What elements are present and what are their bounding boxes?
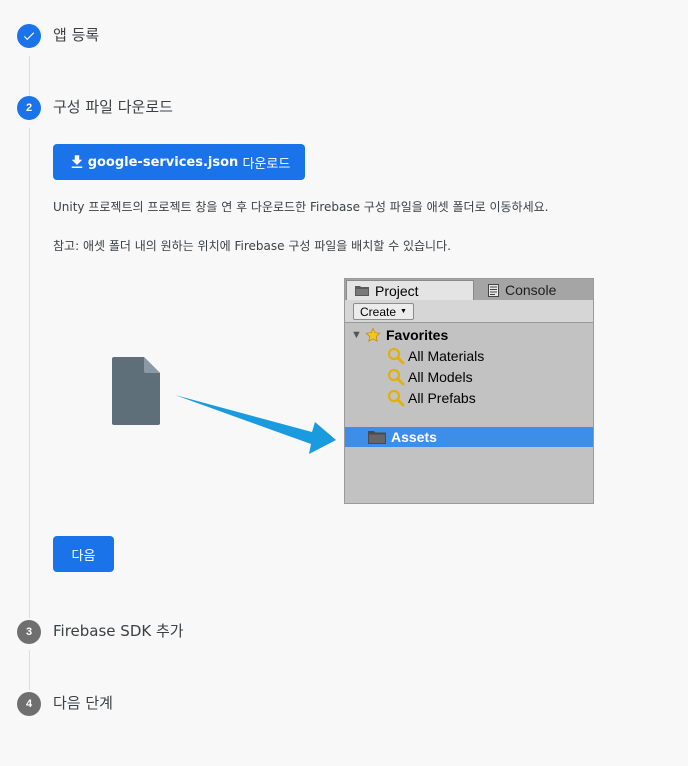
favorite-item[interactable]: All Prefabs — [345, 388, 593, 408]
download-icon — [71, 155, 82, 168]
unity-tab-bar: Project Console — [345, 279, 593, 300]
folder-icon — [355, 286, 369, 296]
step-2-number: 2 — [17, 96, 41, 120]
file-icon — [112, 357, 160, 425]
unity-toolbar: Create ▼ — [345, 300, 593, 323]
next-button[interactable]: 다음 — [53, 536, 114, 572]
favorites-row[interactable]: ▼ Favorites — [345, 325, 593, 345]
favorite-item-label: All Prefabs — [408, 390, 476, 406]
favorite-item[interactable]: All Materials — [345, 346, 593, 366]
arrow-icon — [175, 395, 336, 454]
tab-console-label: Console — [505, 282, 557, 298]
tab-project[interactable]: Project — [346, 280, 474, 300]
unity-project-window: Project Console Create ▼ ▼ Favorites All… — [344, 278, 594, 504]
star-icon — [365, 327, 381, 342]
search-icon — [387, 389, 405, 407]
console-icon — [488, 283, 499, 297]
checkmark-icon — [23, 32, 35, 41]
folder-icon — [368, 431, 386, 444]
step-connector-line — [29, 56, 30, 96]
step-1-complete-indicator — [17, 24, 41, 48]
dropdown-arrow-icon: ▼ — [400, 308, 407, 315]
favorite-item-label: All Models — [408, 369, 473, 385]
create-dropdown-button[interactable]: Create ▼ — [353, 303, 414, 320]
expand-arrow-icon: ▼ — [351, 329, 362, 341]
search-icon — [387, 347, 405, 365]
assets-folder-row[interactable]: Assets — [345, 427, 593, 447]
download-config-button[interactable]: google-services.json 다운로드 — [53, 144, 305, 180]
create-label: Create — [360, 304, 397, 319]
favorite-item[interactable]: All Models — [345, 367, 593, 387]
step-3-number: 3 — [17, 620, 41, 644]
download-suffix: 다운로드 — [238, 156, 291, 172]
search-icon — [387, 368, 405, 386]
download-filename: google-services.json — [87, 154, 239, 170]
tab-console[interactable]: Console — [476, 280, 593, 300]
favorite-item-label: All Materials — [408, 348, 485, 364]
step-2-title[interactable]: 구성 파일 다운로드 — [53, 97, 173, 117]
step-connector-line — [29, 128, 30, 618]
step-3-title[interactable]: Firebase SDK 추가 — [53, 621, 184, 641]
instructions-text: Unity 프로젝트의 프로젝트 창을 연 후 다운로드한 Firebase 구… — [53, 200, 549, 214]
step-connector-line — [29, 650, 30, 690]
step-4-title[interactable]: 다음 단계 — [53, 693, 113, 713]
step-1-title[interactable]: 앱 등록 — [53, 25, 99, 45]
step-4-number: 4 — [17, 692, 41, 716]
favorites-label: Favorites — [386, 327, 449, 343]
tab-project-label: Project — [375, 282, 419, 299]
note-text: 참고: 애셋 폴더 내의 원하는 위치에 Firebase 구성 파일을 배치할… — [53, 239, 451, 253]
assets-label: Assets — [391, 429, 437, 445]
